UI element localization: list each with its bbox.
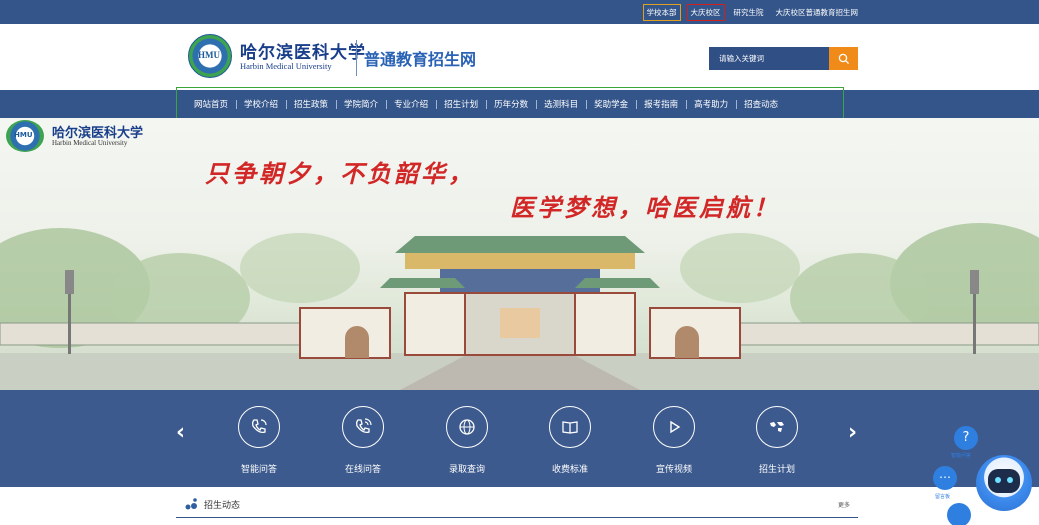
func-online-qa[interactable]: 在线问答: [333, 406, 393, 475]
func-promo-video-label: 宣传视频: [655, 465, 692, 475]
play-icon: [653, 406, 695, 448]
func-fees[interactable]: 收费标准: [540, 406, 600, 475]
top-link-daqing-admissions[interactable]: 大庆校区普通教育招生网: [773, 5, 862, 20]
nav-item-news[interactable]: 招查动态: [736, 98, 786, 110]
nav-item-colleges[interactable]: 学院简介: [336, 98, 386, 110]
nav-item-policy[interactable]: 招生政策: [286, 98, 336, 110]
help-question-icon[interactable]: ?: [954, 426, 978, 450]
func-admission-query-label: 录取查询: [448, 465, 485, 475]
news-more-link[interactable]: 更多: [838, 500, 850, 509]
phone-wave-icon: [342, 406, 384, 448]
banner-slogan-line2: 医学梦想，哈医启航！: [510, 193, 780, 222]
nav-item-school-intro[interactable]: 学校介绍: [236, 98, 286, 110]
top-link-daqing-campus[interactable]: 大庆校区: [686, 3, 725, 21]
news-dots-icon: [185, 498, 197, 510]
func-online-qa-label: 在线问答: [344, 465, 381, 475]
banner-university-name-en: Harbin Medical University: [52, 139, 128, 147]
nav-item-subjects[interactable]: 选测科目: [536, 98, 586, 110]
robot-face: [988, 469, 1020, 493]
nav-item-scores[interactable]: 历年分数: [486, 98, 536, 110]
search-input[interactable]: [709, 47, 829, 70]
top-link-main-campus[interactable]: 学校本部: [642, 3, 681, 21]
search-button[interactable]: [829, 47, 858, 70]
university-name-cn: 哈尔滨医科大学: [240, 43, 366, 63]
top-bar: [0, 0, 1039, 24]
func-enrollment-plan[interactable]: 招生计划: [747, 406, 807, 475]
phone-call-icon: [238, 406, 280, 448]
site-title: 普通教育招生网: [364, 50, 477, 69]
func-admission-query[interactable]: 录取查询: [437, 406, 497, 475]
university-name-en: Harbin Medical University: [240, 61, 332, 71]
func-promo-video[interactable]: 宣传视频: [644, 406, 704, 475]
nav-item-exam-help[interactable]: 高考助力: [686, 98, 736, 110]
nav-item-majors[interactable]: 专业介绍: [386, 98, 436, 110]
func-smart-qa-label: 智能问答: [240, 465, 277, 475]
news-title: 招生动态: [204, 501, 241, 511]
search-icon: [838, 53, 849, 64]
header: HMU 哈尔滨医科大学 Harbin Medical University 普通…: [0, 24, 1039, 90]
search-globe-icon: [446, 406, 488, 448]
header-divider: [356, 40, 357, 76]
banner-slogan-line1: 只争朝夕，不负韶华，: [205, 159, 475, 188]
guide-book-icon[interactable]: [947, 503, 971, 525]
function-bar: [0, 390, 1039, 487]
news-divider: [176, 517, 858, 518]
robot-eye-right: [1007, 477, 1013, 483]
message-bubble-icon[interactable]: ⋯: [933, 466, 957, 490]
robot-eye-left: [995, 477, 1001, 483]
next-arrow-icon[interactable]: ›: [848, 420, 857, 445]
func-smart-qa[interactable]: 智能问答: [229, 406, 289, 475]
hero-banner: HMU 哈尔滨医科大学 Harbin Medical University 只争…: [0, 118, 1039, 390]
message-label: 留言板: [935, 494, 951, 500]
book-icon: [549, 406, 591, 448]
nav-item-guide[interactable]: 报考指南: [636, 98, 686, 110]
top-links: 学校本部 大庆校区 研究生院 大庆校区普通教育招生网: [642, 0, 862, 24]
robot-assistant-icon[interactable]: [976, 455, 1032, 511]
news-section: 招生动态 更多: [0, 487, 1039, 525]
nav-item-plan[interactable]: 招生计划: [436, 98, 486, 110]
campus-gate-illustration: [0, 223, 1039, 390]
top-link-graduate-school[interactable]: 研究生院: [731, 5, 767, 20]
banner-logo: HMU: [6, 120, 44, 152]
world-map-icon: [756, 406, 798, 448]
func-enrollment-plan-label: 招生计划: [758, 465, 795, 475]
nav-items: 网站首页 学校介绍 招生政策 学院简介 专业介绍 招生计划 历年分数 选测科目 …: [186, 90, 786, 118]
prev-arrow-icon[interactable]: ‹: [176, 420, 185, 445]
func-fees-label: 收费标准: [551, 465, 588, 475]
nav-item-scholarships[interactable]: 奖助学金: [586, 98, 636, 110]
help-label: 智能问答: [951, 453, 972, 459]
search-box: [709, 47, 858, 70]
nav-item-home[interactable]: 网站首页: [186, 98, 236, 110]
university-logo[interactable]: HMU: [188, 34, 232, 78]
